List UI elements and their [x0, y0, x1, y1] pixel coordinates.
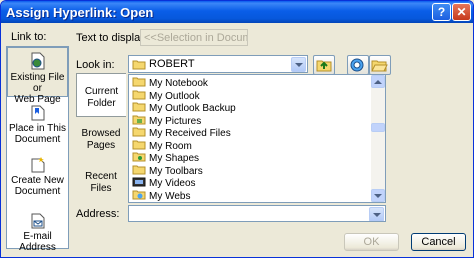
text-to-display-field[interactable]: <<Selection in Document>> [140, 29, 248, 46]
videos-folder-icon [132, 177, 146, 187]
file-name: My Notebook [149, 78, 208, 89]
ok-button[interactable]: OK [344, 233, 399, 251]
folder-icon [132, 77, 146, 87]
browse-file-button[interactable] [369, 55, 391, 75]
file-list-scrollbar[interactable] [371, 75, 385, 202]
globe-doc-icon [31, 52, 44, 70]
list-item[interactable]: My Received Files [132, 127, 231, 139]
new-doc-icon [31, 157, 44, 173]
webs-folder-icon [132, 190, 146, 199]
folder-icon [132, 60, 146, 70]
chevron-down-icon[interactable] [291, 57, 306, 72]
address-field[interactable] [128, 205, 386, 222]
assign-hyperlink-dialog: Assign Hyperlink: Open ? ✕ Link to: Exis… [0, 0, 474, 258]
bookmark-doc-icon [31, 105, 44, 121]
tab-current-folder[interactable]: Current Folder [76, 73, 126, 117]
folder-icon [132, 140, 146, 149]
list-item[interactable]: My Room [132, 140, 192, 152]
file-nav-tabs: Current Folder Browsed Pages Recent File… [76, 73, 126, 203]
folder-up-icon [316, 60, 332, 72]
link-to-item-label: Existing File or [10, 72, 65, 94]
link-to-place-in-document[interactable]: Place in This Document [7, 105, 68, 145]
file-name: My Outlook [149, 90, 200, 102]
list-item[interactable]: My Pictures [132, 115, 201, 127]
help-button[interactable]: ? [432, 3, 451, 21]
folder-icon [132, 127, 146, 137]
look-in-combo[interactable]: ROBERT [128, 55, 308, 73]
close-button[interactable]: ✕ [452, 3, 471, 21]
tab-recent-files[interactable]: Recent Files [76, 171, 126, 199]
browse-web-button[interactable] [347, 55, 369, 75]
file-name: My Webs [149, 190, 191, 202]
window-title: Assign Hyperlink: Open [6, 5, 154, 20]
file-name: My Received Files [149, 128, 231, 139]
list-item[interactable]: My Outlook [132, 90, 200, 102]
tab-label: Files [90, 183, 112, 194]
file-name: My Videos [149, 178, 196, 189]
link-to-existing-file[interactable]: Existing File or Web Page [7, 47, 68, 105]
shapes-folder-icon [132, 152, 146, 162]
folder-icon [132, 102, 146, 112]
link-to-item-label: Create New [11, 175, 64, 186]
file-list[interactable]: My Notebook My Outlook My Outlook Backup… [128, 74, 386, 203]
tab-label: Browsed [81, 128, 121, 139]
look-in-label: Look in: [76, 59, 115, 71]
link-to-item-label: Place in This [8, 123, 67, 134]
folder-icon [132, 90, 146, 99]
tab-browsed-pages[interactable]: Browsed Pages [76, 128, 126, 156]
file-name: My Toolbars [149, 165, 203, 177]
file-name: My Outlook Backup [149, 103, 236, 114]
list-item[interactable]: My Outlook Backup [132, 102, 236, 114]
link-to-panel: Existing File or Web Page Place in This … [6, 46, 69, 253]
link-to-item-label: Document [14, 186, 61, 197]
scroll-thumb[interactable] [371, 123, 385, 132]
folder-icon [132, 165, 146, 174]
tab-label: Current [84, 86, 119, 97]
tab-label: Folder [87, 98, 116, 109]
list-item[interactable]: My Shapes [132, 152, 199, 164]
scroll-up-icon[interactable] [371, 75, 385, 88]
link-to-create-new-document[interactable]: Create New Document [7, 157, 68, 197]
list-item[interactable]: My Webs [132, 190, 191, 202]
email-icon [31, 213, 44, 229]
look-in-value: ROBERT [149, 58, 195, 70]
tab-label: Pages [86, 140, 116, 151]
file-name: My Room [149, 140, 192, 152]
up-one-folder-button[interactable] [313, 55, 335, 75]
address-label: Address: [76, 208, 120, 220]
link-to-item-label: Web Page [14, 94, 61, 105]
file-name: My Shapes [149, 153, 200, 164]
pictures-folder-icon [132, 115, 146, 124]
title-bar[interactable]: Assign Hyperlink: Open ? ✕ [1, 1, 473, 23]
text-to-display-label: Text to display: [76, 32, 149, 44]
open-folder-icon [371, 60, 388, 72]
list-item[interactable]: My Notebook [132, 77, 208, 89]
link-to-label: Link to: [11, 31, 47, 43]
link-to-email-address[interactable]: E-mail Address [7, 213, 68, 253]
cancel-button[interactable]: Cancel [411, 233, 466, 251]
link-to-item-label: Document [14, 134, 61, 145]
link-to-item-label: E-mail Address [19, 231, 56, 253]
browse-web-icon [350, 58, 364, 72]
tab-label: Recent [85, 171, 117, 182]
chevron-down-icon[interactable] [369, 207, 384, 221]
file-name: My Pictures [149, 115, 202, 127]
list-item[interactable]: My Videos [132, 177, 196, 189]
list-item[interactable]: My Toolbars [132, 165, 203, 177]
scroll-down-icon[interactable] [371, 189, 385, 202]
